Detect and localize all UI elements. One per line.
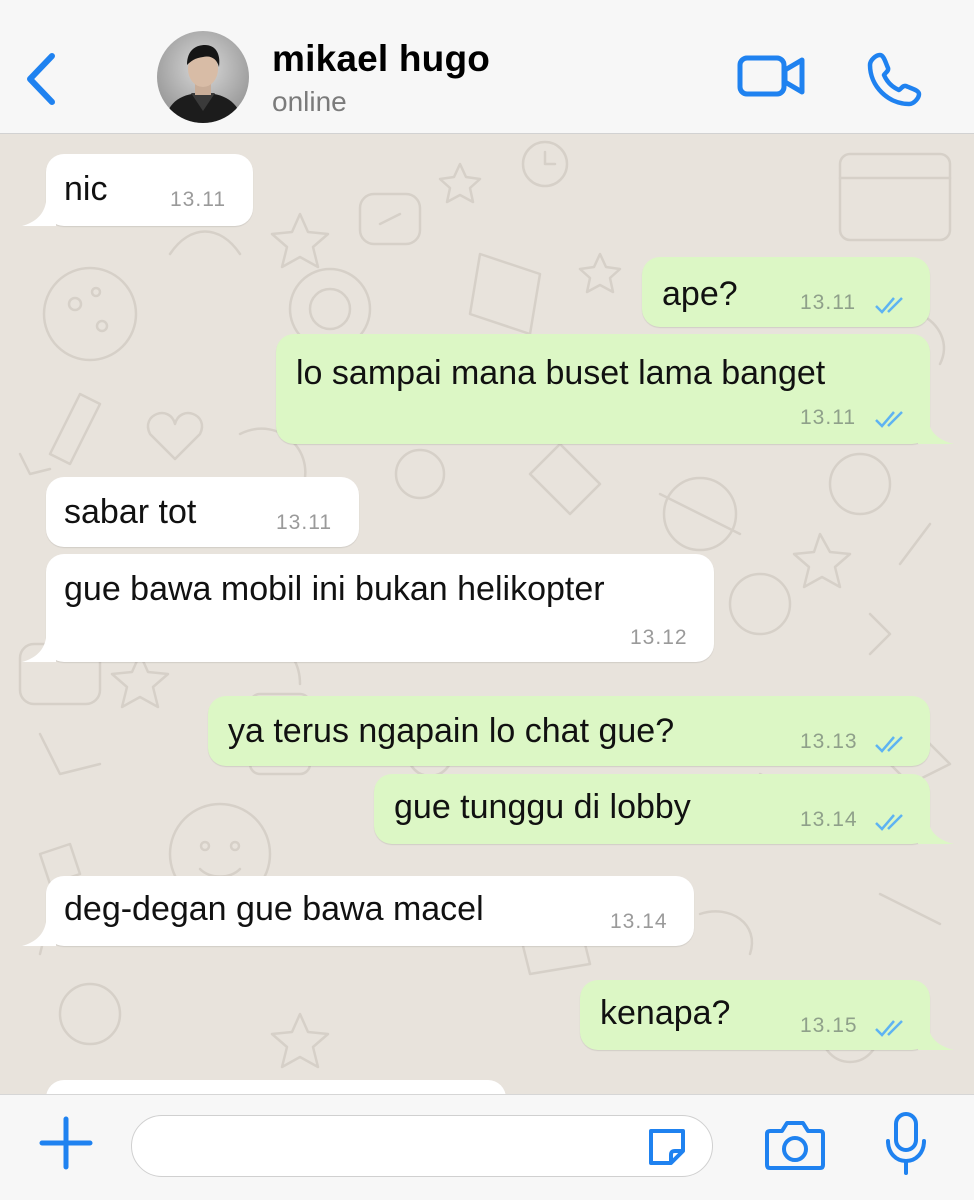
bubble-tail [22, 922, 56, 946]
read-receipt-icon [875, 814, 903, 831]
message-time: 13.13 [800, 730, 858, 753]
bubble-tail [918, 820, 954, 844]
message-incoming[interactable]: sabar tot 13.11 [46, 477, 359, 547]
bubble-tail [918, 420, 954, 444]
message-time: 13.11 [800, 291, 856, 314]
phone-icon[interactable] [866, 50, 924, 108]
video-camera-icon[interactable] [737, 52, 805, 100]
message-text: lo sampai mana buset lama banget [296, 354, 826, 392]
read-receipt-icon [875, 411, 903, 428]
message-text: nic [64, 170, 108, 208]
message-time: 13.14 [800, 808, 858, 831]
message-outgoing[interactable]: ape? 13.11 [642, 257, 930, 327]
contact-name[interactable]: mikael hugo [272, 38, 490, 80]
message-text: sabar tot [64, 493, 197, 531]
message-outgoing[interactable]: kenapa? 13.15 [580, 980, 930, 1050]
plus-icon[interactable] [38, 1115, 94, 1171]
message-time: 13.12 [630, 626, 688, 649]
message-input-bar [0, 1094, 974, 1200]
message-text: gue bawa mobil ini bukan helikopter [64, 570, 605, 608]
bubble-tail [22, 202, 56, 226]
message-outgoing[interactable]: ya terus ngapain lo chat gue? 13.13 [208, 696, 930, 766]
read-receipt-icon [875, 1020, 903, 1037]
sticker-icon[interactable] [645, 1125, 689, 1169]
message-incoming[interactable]: gue bawa mobil ini bukan helikopter 13.1… [46, 554, 714, 662]
microphone-icon[interactable] [882, 1111, 930, 1177]
message-text: ape? [662, 275, 738, 313]
message-incoming[interactable]: nic 13.11 [46, 154, 253, 226]
message-text: ya terus ngapain lo chat gue? [228, 712, 675, 750]
chat-header: mikael hugo online [0, 0, 974, 134]
message-time: 13.15 [800, 1014, 858, 1037]
back-button[interactable] [20, 48, 62, 110]
message-outgoing[interactable]: lo sampai mana buset lama banget 13.11 [276, 334, 930, 444]
avatar[interactable] [157, 31, 249, 123]
message-incoming-partial[interactable] [46, 1080, 506, 1094]
message-time: 13.11 [170, 188, 226, 211]
chat-area[interactable]: nic 13.11 ape? 13.11 lo sampai mana buse… [0, 134, 974, 1094]
bubble-tail [22, 638, 56, 662]
message-text: kenapa? [600, 994, 731, 1032]
message-input[interactable] [131, 1115, 713, 1177]
message-text: gue tunggu di lobby [394, 788, 691, 826]
message-time: 13.11 [276, 511, 332, 534]
message-time: 13.14 [610, 910, 668, 933]
read-receipt-icon [875, 736, 903, 753]
message-incoming[interactable]: deg-degan gue bawa macel 13.14 [46, 876, 694, 946]
camera-icon[interactable] [764, 1119, 826, 1171]
contact-status: online [272, 86, 347, 117]
message-time: 13.11 [800, 406, 856, 429]
message-text: deg-degan gue bawa macel [64, 890, 484, 928]
bubble-tail [918, 1026, 954, 1050]
message-outgoing[interactable]: gue tunggu di lobby 13.14 [374, 774, 930, 844]
read-receipt-icon [875, 297, 903, 314]
